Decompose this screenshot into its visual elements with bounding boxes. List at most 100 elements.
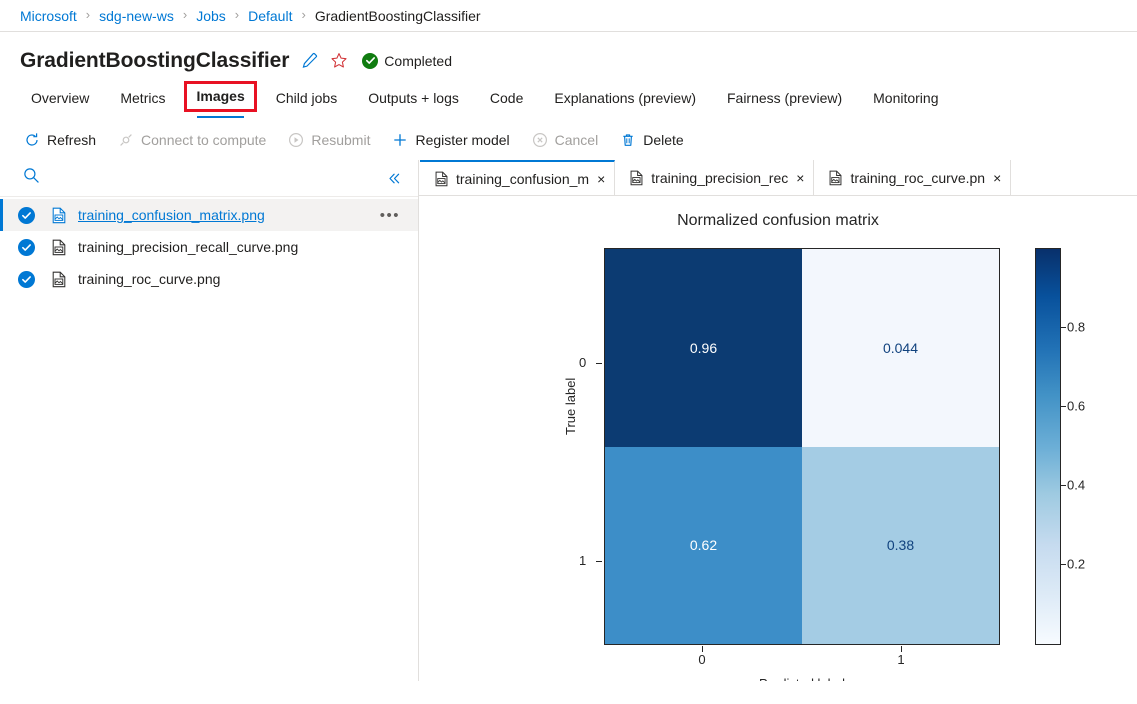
tab-label: Code [490, 90, 523, 106]
tab-monitoring[interactable]: Monitoring [864, 90, 947, 115]
matrix-cell-0-1: 0.044 [802, 249, 999, 447]
page-header: GradientBoostingClassifier Completed [0, 32, 1137, 76]
matrix-cell-1-1: 0.38 [802, 447, 999, 645]
document-tab-roc-curve[interactable]: training_roc_curve.pn × [814, 160, 1011, 195]
close-icon[interactable]: × [597, 171, 605, 187]
image-file-icon [51, 239, 67, 256]
trash-icon [620, 132, 636, 148]
colorbar-tick-0.4: 0.4 [1067, 478, 1085, 493]
command-label: Resubmit [311, 132, 370, 148]
resubmit-button: Resubmit [288, 132, 370, 148]
search-row [0, 160, 418, 197]
plot-area: True label 0 1 0.96 0.044 0.62 0.38 0 1 … [419, 242, 1137, 672]
tab-label: Outputs + logs [368, 90, 459, 106]
colorbar-tick-mark [1061, 406, 1066, 407]
refresh-icon [24, 132, 40, 148]
star-icon[interactable] [330, 52, 348, 70]
checkbox-checked-icon[interactable] [18, 239, 35, 256]
y-axis-label: True label [563, 378, 578, 435]
image-file-icon [629, 170, 644, 186]
tab-label: Images [196, 88, 244, 104]
x-tick-1: 1 [897, 652, 904, 667]
tab-label: Explanations (preview) [554, 90, 696, 106]
tab-overview[interactable]: Overview [22, 90, 98, 115]
colorbar-tick-0.6: 0.6 [1067, 399, 1085, 414]
image-file-icon [828, 170, 843, 186]
tab-fairness[interactable]: Fairness (preview) [718, 90, 851, 115]
breadcrumb-separator: › [86, 7, 90, 22]
breadcrumb-item-jobs[interactable]: Jobs [196, 8, 226, 24]
command-label: Refresh [47, 132, 96, 148]
colorbar-tick-0.2: 0.2 [1067, 557, 1085, 572]
command-label: Delete [643, 132, 683, 148]
delete-button[interactable]: Delete [620, 132, 683, 148]
colorbar-tick-mark [1061, 564, 1066, 565]
connect-to-compute-button: Connect to compute [118, 132, 266, 148]
breadcrumb-separator: › [301, 7, 305, 22]
close-icon[interactable]: × [993, 170, 1001, 186]
tab-label: Monitoring [873, 90, 938, 106]
double-chevron-left-icon[interactable] [383, 167, 406, 190]
file-name-label[interactable]: training_precision_recall_curve.png [78, 239, 298, 255]
page-title: GradientBoostingClassifier [20, 49, 289, 73]
tab-label: Fairness (preview) [727, 90, 842, 106]
plug-icon [118, 132, 134, 148]
breadcrumb-item-current: GradientBoostingClassifier [315, 8, 481, 24]
check-circle-icon [362, 53, 378, 69]
file-list: training_confusion_matrix.png ••• [0, 197, 418, 295]
file-list-item[interactable]: training_confusion_matrix.png ••• [0, 199, 418, 231]
plus-icon [392, 132, 408, 148]
pivot-tabs: Overview Metrics Images Child jobs Outpu… [0, 76, 1137, 116]
cancel-button: Cancel [532, 132, 599, 148]
file-list-item[interactable]: training_precision_recall_curve.png [0, 231, 418, 263]
y-tick-mark [596, 561, 602, 562]
colorbar-tick-mark [1061, 485, 1066, 486]
checkbox-checked-icon[interactable] [18, 271, 35, 288]
close-icon[interactable]: × [796, 170, 804, 186]
register-model-button[interactable]: Register model [392, 132, 509, 148]
breadcrumb-item-workspace[interactable]: sdg-new-ws [99, 8, 174, 24]
document-tab-label: training_roc_curve.pn [850, 170, 985, 186]
search-icon[interactable] [22, 166, 41, 190]
confusion-matrix-chart: Normalized confusion matrix True label 0… [419, 196, 1137, 681]
x-tick-0: 0 [698, 652, 705, 667]
pencil-icon[interactable] [301, 52, 318, 69]
document-tab-confusion-matrix[interactable]: training_confusion_m × [420, 160, 615, 195]
command-label: Connect to compute [141, 132, 266, 148]
breadcrumb-item-default[interactable]: Default [248, 8, 292, 24]
command-bar: Refresh Connect to compute Resubmit Regi… [0, 120, 1137, 160]
breadcrumb-item-microsoft[interactable]: Microsoft [20, 8, 77, 24]
breadcrumb-separator: › [235, 7, 239, 22]
document-tab-label: training_confusion_m [456, 171, 589, 187]
tab-label: Metrics [120, 90, 165, 106]
breadcrumb: Microsoft › sdg-new-ws › Jobs › Default … [0, 0, 1137, 32]
x-axis-label: Predicted label [604, 676, 1000, 681]
y-tick-mark [596, 363, 602, 364]
file-name-link[interactable]: training_confusion_matrix.png [78, 207, 265, 223]
status-label: Completed [384, 53, 452, 69]
file-list-item[interactable]: training_roc_curve.png [0, 263, 418, 295]
tab-metrics[interactable]: Metrics [111, 90, 174, 115]
document-tab-precision-recall[interactable]: training_precision_rec × [615, 160, 814, 195]
matrix-cell-0-0: 0.96 [605, 249, 802, 447]
play-circle-icon [288, 132, 304, 148]
tab-label: Overview [31, 90, 89, 106]
refresh-button[interactable]: Refresh [24, 132, 96, 148]
file-name-label[interactable]: training_roc_curve.png [78, 271, 220, 287]
more-options-icon[interactable]: ••• [380, 207, 400, 224]
breadcrumb-separator: › [183, 7, 187, 22]
tab-images[interactable]: Images [187, 84, 253, 109]
tab-code[interactable]: Code [481, 90, 532, 115]
colorbar [1035, 248, 1061, 645]
tab-outputs-logs[interactable]: Outputs + logs [359, 90, 468, 115]
tab-explanations[interactable]: Explanations (preview) [545, 90, 705, 115]
cancel-circle-icon [532, 132, 548, 148]
checkbox-checked-icon[interactable] [18, 207, 35, 224]
matrix-cell-1-0: 0.62 [605, 447, 802, 645]
command-label: Cancel [555, 132, 599, 148]
tab-child-jobs[interactable]: Child jobs [267, 90, 346, 115]
image-file-icon [51, 207, 67, 224]
status-badge: Completed [362, 53, 452, 69]
tab-label: Child jobs [276, 90, 337, 106]
colorbar-tick-mark [1061, 327, 1066, 328]
